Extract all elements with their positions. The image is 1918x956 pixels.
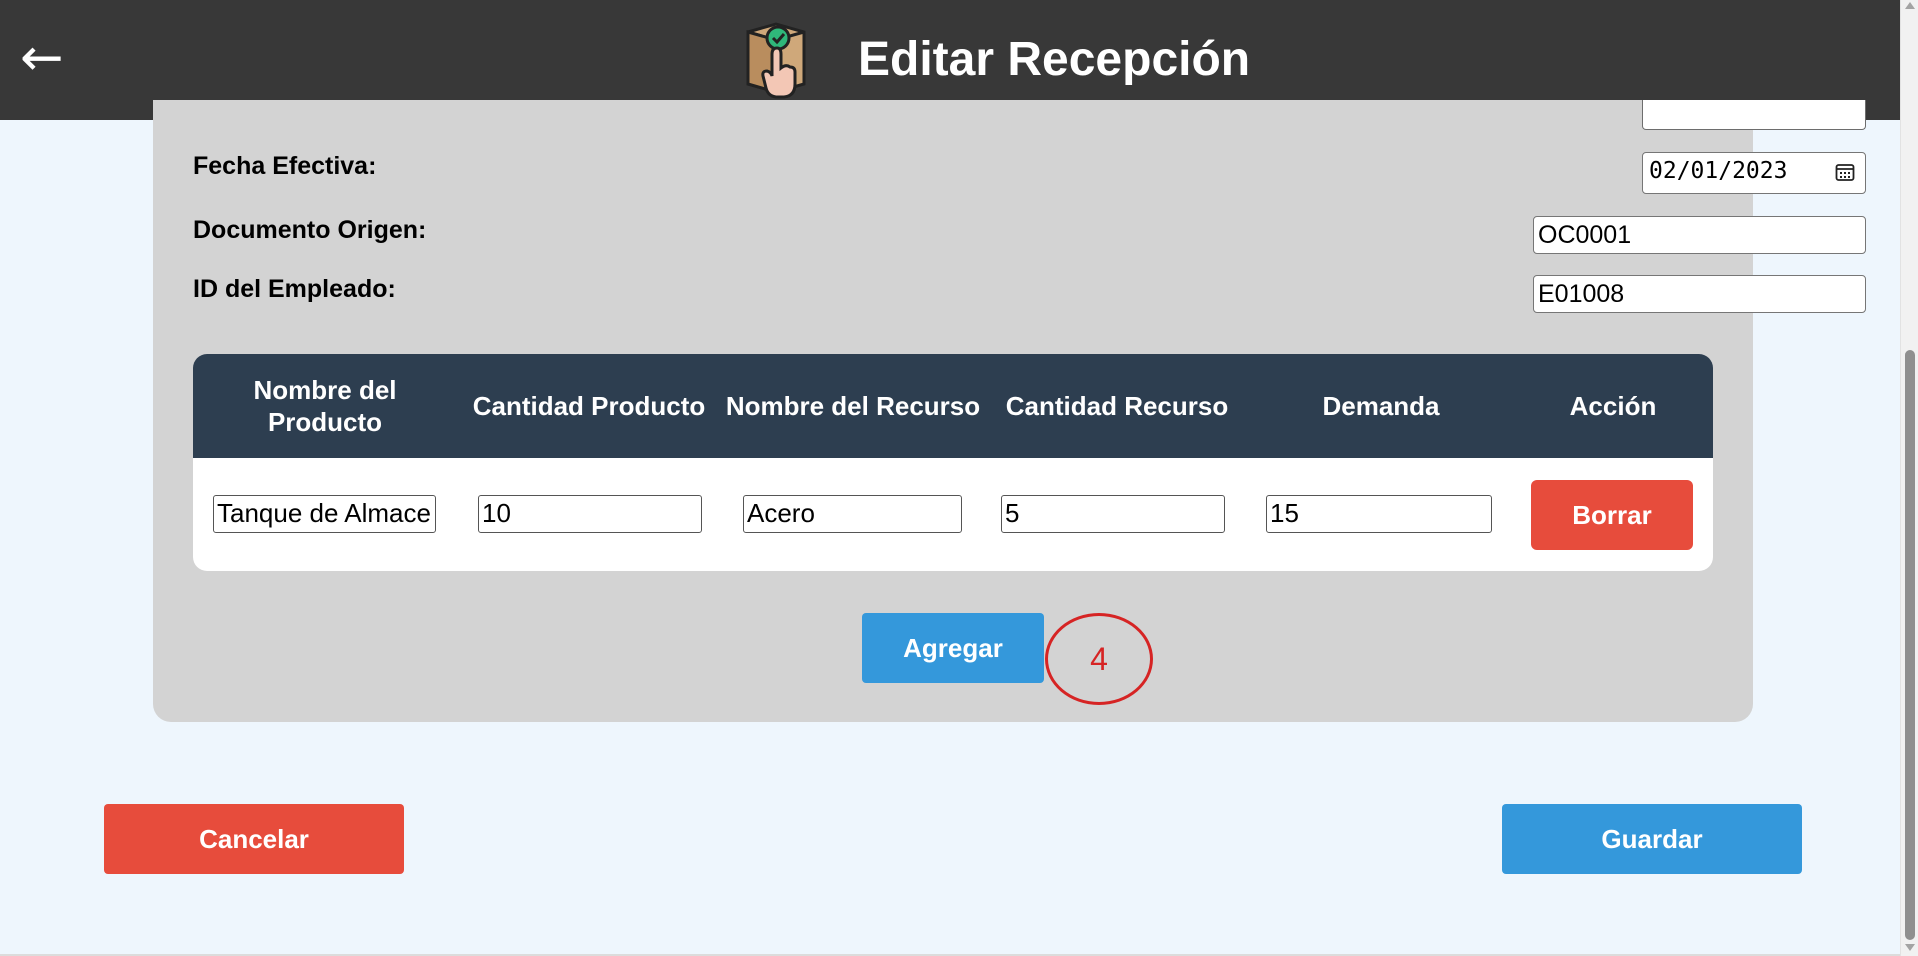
cantidad-producto-input[interactable]: 10 [478,495,702,533]
nombre-producto-input[interactable]: Tanque de Almace [213,495,436,533]
cantidad-recurso-input[interactable]: 5 [1001,495,1225,533]
scroll-up-arrow-icon[interactable] [1905,2,1915,9]
table-header: Nombre del Producto Cantidad Producto No… [193,354,1713,458]
id-empleado-label: ID del Empleado: [193,275,396,303]
header-demanda: Demanda [1322,391,1440,421]
package-with-hand-icon [746,22,806,99]
partially-hidden-input[interactable] [1642,100,1866,130]
scroll-thumb[interactable] [1905,350,1915,940]
scroll-down-arrow-icon[interactable] [1905,944,1915,951]
cancelar-button[interactable]: Cancelar [104,804,404,874]
page-title: Editar Recepción [858,33,1251,86]
header-cantidad-recurso: Cantidad Recurso [1005,391,1229,421]
reception-form-card: Fecha Efectiva: 02/01/2023 Documento Ori… [153,100,1866,722]
documento-origen-input[interactable]: OC0001 [1533,216,1866,254]
header-accion: Acción [1569,391,1657,421]
borrar-button[interactable]: Borrar [1531,480,1693,550]
resources-table: Nombre del Producto Cantidad Producto No… [193,354,1713,571]
agregar-button[interactable]: Agregar [862,613,1044,683]
fecha-efectiva-label: Fecha Efectiva: [193,152,377,180]
header-nombre-recurso: Nombre del Recurso [725,391,981,421]
annotation-circle-4: 4 [1045,613,1153,705]
id-empleado-input[interactable]: E01008 [1533,275,1866,313]
header-cantidad-producto: Cantidad Producto [472,391,706,421]
vertical-scrollbar[interactable] [1900,0,1918,956]
back-arrow-icon[interactable]: ← [20,28,76,88]
header-nombre-producto: Nombre del Producto [253,375,397,437]
calendar-icon[interactable] [1835,162,1855,182]
demanda-input[interactable]: 15 [1266,495,1492,533]
fecha-efectiva-value: 02/01/2023 [1649,158,1788,184]
fecha-efectiva-input[interactable]: 02/01/2023 [1642,152,1866,194]
documento-origen-label: Documento Origen: [193,216,427,244]
guardar-button[interactable]: Guardar [1502,804,1802,874]
nombre-recurso-input[interactable]: Acero [743,495,962,533]
